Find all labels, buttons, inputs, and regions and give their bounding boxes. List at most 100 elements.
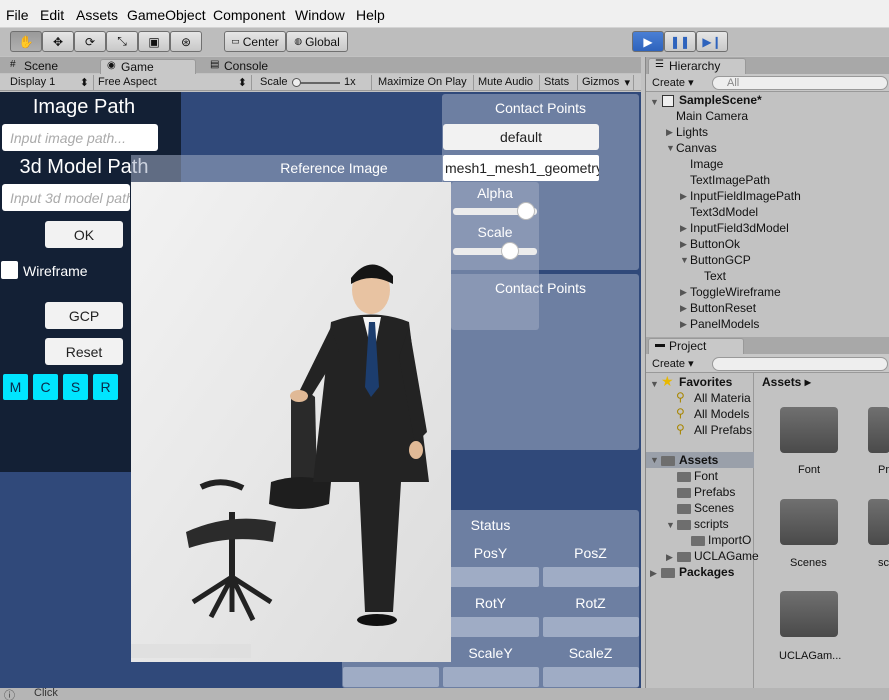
asset-folder-scenes[interactable]: Scenes bbox=[694, 501, 734, 515]
scale-tool-button[interactable]: ⤡ bbox=[106, 31, 138, 52]
hierarchy-item-main-camera[interactable]: Main Camera bbox=[676, 109, 748, 123]
assets-folder[interactable]: Assets bbox=[679, 453, 718, 467]
pivot-center-button[interactable]: ▭ Center bbox=[224, 31, 286, 52]
hierarchy-create-button[interactable]: Create ▾ bbox=[652, 76, 694, 89]
tab-console[interactable]: ▤ Console bbox=[204, 59, 300, 75]
pivot-global-button[interactable]: ◍ Global bbox=[286, 31, 348, 52]
menu-assets[interactable]: Assets bbox=[76, 7, 118, 23]
asset-folder-prefabs[interactable]: Prefabs bbox=[694, 485, 735, 499]
grid-item-font[interactable]: Font bbox=[798, 464, 820, 476]
ok-button[interactable]: OK bbox=[45, 221, 123, 248]
stats-toggle[interactable]: Stats bbox=[540, 75, 578, 90]
expand-arrow-icon[interactable]: ▼ bbox=[650, 379, 659, 389]
favorite-all-models[interactable]: All Models bbox=[694, 407, 749, 421]
project-search-input[interactable] bbox=[712, 357, 888, 371]
collapse-arrow-icon[interactable]: ▶ bbox=[650, 568, 657, 579]
collapse-arrow-icon[interactable]: ▶ bbox=[680, 303, 687, 314]
grid-item-scripts[interactable]: sc bbox=[878, 557, 889, 569]
maximize-on-play-toggle[interactable]: Maximize On Play bbox=[374, 75, 474, 90]
tab-project[interactable]: ▬ Project bbox=[648, 338, 744, 354]
scale-slider-knob[interactable] bbox=[500, 242, 519, 260]
model-path-input[interactable]: Input 3d model path... bbox=[2, 184, 130, 211]
mode-m-button[interactable]: M bbox=[3, 374, 28, 400]
menu-window[interactable]: Window bbox=[295, 7, 345, 23]
tab-scene[interactable]: # Scene bbox=[4, 59, 94, 75]
grid-item-prefabs[interactable]: Pr bbox=[878, 464, 889, 476]
scalez-field[interactable] bbox=[543, 667, 639, 687]
hierarchy-item-textimagepath[interactable]: TextImagePath bbox=[690, 173, 770, 187]
collapse-arrow-icon[interactable]: ▶ bbox=[680, 239, 687, 250]
collapse-arrow-icon[interactable]: ▶ bbox=[680, 319, 687, 330]
hierarchy-search-input[interactable]: All bbox=[712, 76, 888, 90]
hierarchy-item-lights[interactable]: Lights bbox=[676, 125, 708, 139]
grid-item-uclagame[interactable]: UCLAGam... bbox=[779, 650, 841, 662]
asset-folder-uclagame[interactable]: UCLAGame bbox=[694, 549, 759, 563]
rect-tool-button[interactable]: ▣ bbox=[138, 31, 170, 52]
pause-button[interactable]: ❚❚ bbox=[664, 31, 696, 52]
scale-slider-knob[interactable] bbox=[292, 78, 301, 87]
hierarchy-item-buttongcp[interactable]: ButtonGCP bbox=[690, 253, 751, 267]
alpha-slider-knob[interactable] bbox=[517, 202, 536, 220]
packages-folder[interactable]: Packages bbox=[679, 565, 734, 579]
hierarchy-item-image[interactable]: Image bbox=[690, 157, 723, 171]
hierarchy-item-panelmodels[interactable]: PanelModels bbox=[690, 317, 759, 331]
play-button[interactable]: ▶ bbox=[632, 31, 664, 52]
scaley-field[interactable] bbox=[443, 667, 539, 687]
hierarchy-item-togglewireframe[interactable]: ToggleWireframe bbox=[690, 285, 781, 299]
hierarchy-item-text3dmodel[interactable]: Text3dModel bbox=[690, 205, 758, 219]
collapse-arrow-icon[interactable]: ▶ bbox=[680, 223, 687, 234]
mode-s-button[interactable]: S bbox=[63, 374, 88, 400]
gcp-button[interactable]: GCP bbox=[45, 302, 123, 329]
expand-arrow-icon[interactable]: ▼ bbox=[650, 455, 659, 465]
hierarchy-item-inputfieldimagepath[interactable]: InputFieldImagePath bbox=[690, 189, 801, 203]
scale-slider[interactable]: Scale 1x bbox=[256, 75, 372, 90]
collapse-arrow-icon[interactable]: ▶ bbox=[666, 552, 673, 563]
posy-field[interactable] bbox=[443, 567, 539, 587]
default-button[interactable]: default bbox=[443, 124, 599, 150]
expand-arrow-icon[interactable]: ▼ bbox=[666, 143, 675, 153]
asset-folder-scripts[interactable]: scripts bbox=[694, 517, 729, 531]
grid-item-scenes[interactable]: Scenes bbox=[790, 557, 827, 569]
favorite-all-materials[interactable]: All Materia bbox=[694, 391, 751, 405]
aspect-select[interactable]: Free Aspect ⬍ bbox=[94, 75, 252, 90]
hierarchy-item-buttonok[interactable]: ButtonOk bbox=[690, 237, 740, 251]
favorite-all-prefabs[interactable]: All Prefabs bbox=[694, 423, 752, 437]
mode-r-button[interactable]: R bbox=[93, 374, 118, 400]
collapse-arrow-icon[interactable]: ▶ bbox=[680, 287, 687, 298]
menu-help[interactable]: Help bbox=[356, 7, 385, 23]
display-select[interactable]: Display 1 ⬍ bbox=[6, 75, 94, 90]
image-path-input[interactable]: Input image path... bbox=[2, 124, 158, 151]
collapse-arrow-icon[interactable]: ▶ bbox=[666, 127, 673, 138]
hierarchy-item-canvas[interactable]: Canvas bbox=[676, 141, 717, 155]
transform-tool-button[interactable]: ⊛ bbox=[170, 31, 202, 52]
rotate-tool-button[interactable]: ⟳ bbox=[74, 31, 106, 52]
menu-edit[interactable]: Edit bbox=[40, 7, 64, 23]
hand-tool-button[interactable]: ✋ bbox=[10, 31, 42, 52]
tab-game[interactable]: ◉ Game bbox=[100, 59, 196, 75]
expand-arrow-icon[interactable]: ▼ bbox=[666, 520, 675, 530]
expand-arrow-icon[interactable]: ▼ bbox=[680, 255, 689, 265]
scale-slider-track[interactable] bbox=[453, 248, 537, 255]
mode-c-button[interactable]: C bbox=[33, 374, 58, 400]
scalex-field[interactable] bbox=[343, 667, 439, 687]
mute-audio-toggle[interactable]: Mute Audio bbox=[474, 75, 540, 90]
menu-gameobject[interactable]: GameObject bbox=[127, 7, 206, 23]
wireframe-checkbox[interactable] bbox=[1, 261, 18, 279]
menu-component[interactable]: Component bbox=[213, 7, 285, 23]
tab-hierarchy[interactable]: ☰ Hierarchy bbox=[648, 58, 746, 74]
roty-field[interactable] bbox=[443, 617, 539, 637]
project-create-button[interactable]: Create ▾ bbox=[652, 357, 694, 370]
asset-folder-font[interactable]: Font bbox=[694, 469, 718, 483]
menu-file[interactable]: File bbox=[6, 7, 29, 23]
asset-folder-importo[interactable]: ImportO bbox=[708, 533, 751, 547]
gizmos-toggle[interactable]: Gizmos ▾ bbox=[578, 75, 634, 90]
move-tool-button[interactable]: ✥ bbox=[42, 31, 74, 52]
favorites-header[interactable]: Favorites bbox=[679, 375, 732, 389]
reset-button[interactable]: Reset bbox=[45, 338, 123, 365]
collapse-arrow-icon[interactable]: ▶ bbox=[680, 191, 687, 202]
hierarchy-item-inputfield3dmodel[interactable]: InputField3dModel bbox=[690, 221, 789, 235]
hierarchy-item-text[interactable]: Text bbox=[704, 269, 726, 283]
hierarchy-item-buttonreset[interactable]: ButtonReset bbox=[690, 301, 756, 315]
step-button[interactable]: ▶❙ bbox=[696, 31, 728, 52]
scene-root[interactable]: SampleScene* bbox=[679, 93, 762, 107]
